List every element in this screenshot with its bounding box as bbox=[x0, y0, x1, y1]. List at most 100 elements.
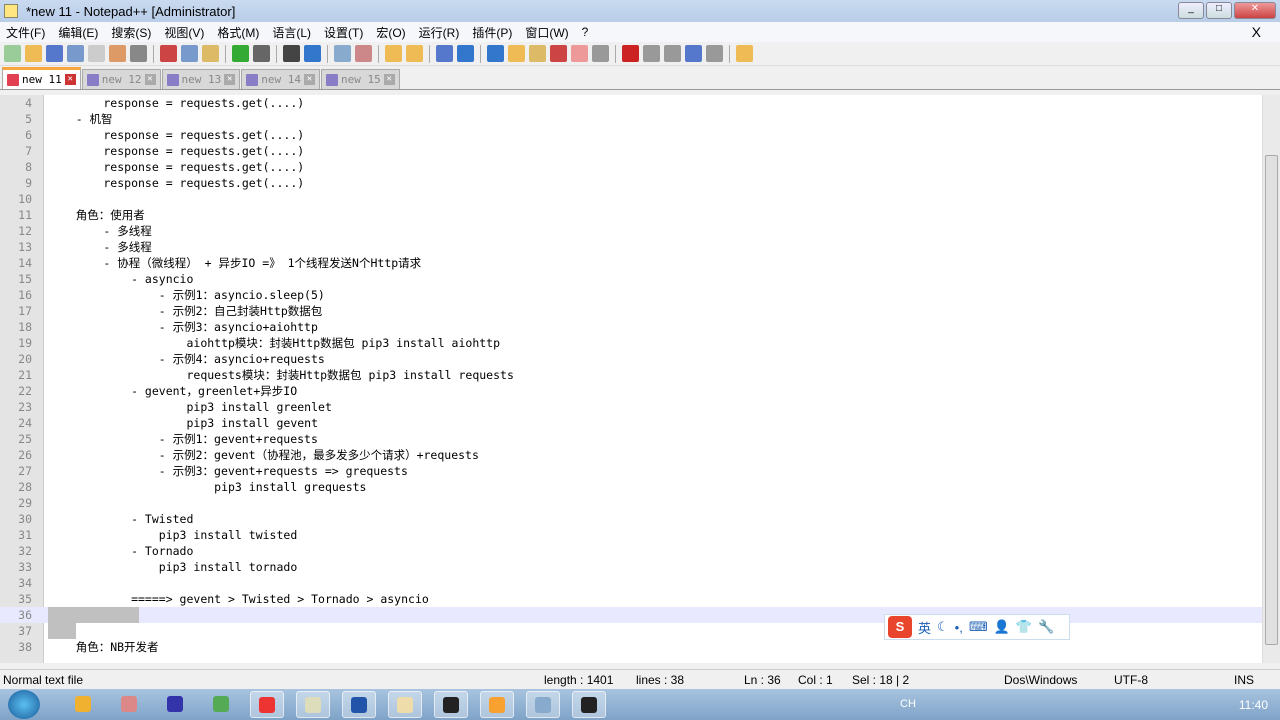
code-line[interactable]: 37 bbox=[0, 623, 1262, 639]
code-line[interactable]: 31 pip3 install twisted bbox=[0, 527, 1262, 543]
vertical-scrollbar[interactable] bbox=[1262, 95, 1280, 663]
toolbar-button-icon[interactable] bbox=[529, 45, 546, 62]
taskbar-app-button[interactable] bbox=[572, 691, 606, 718]
tab-new-13[interactable]: new 13 ✕ bbox=[161, 69, 241, 89]
toolbar-button-icon[interactable] bbox=[67, 45, 84, 62]
code-line[interactable]: 11 角色：使用者 bbox=[0, 207, 1262, 223]
toolbar-button-icon[interactable] bbox=[736, 45, 753, 62]
toolbar-button-icon[interactable] bbox=[622, 45, 639, 62]
close-tab-icon[interactable]: ✕ bbox=[144, 74, 156, 85]
toolbar-button-icon[interactable] bbox=[550, 45, 567, 62]
menu-item[interactable]: 搜索(S) bbox=[111, 24, 151, 41]
taskbar-app-button[interactable] bbox=[388, 691, 422, 718]
menu-item[interactable]: 插件(P) bbox=[472, 24, 512, 41]
close-button[interactable]: ✕ bbox=[1234, 2, 1276, 19]
toolbar-button-icon[interactable] bbox=[508, 45, 525, 62]
toolbar-button-icon[interactable] bbox=[385, 45, 402, 62]
code-line[interactable]: 27 - 示例3：gevent+requests => grequests bbox=[0, 463, 1262, 479]
taskbar-app-button[interactable] bbox=[434, 691, 468, 718]
maximize-button[interactable]: □ bbox=[1206, 2, 1232, 19]
toolbar-button-icon[interactable] bbox=[706, 45, 723, 62]
code-line[interactable]: 20 - 示例4：asyncio+requests bbox=[0, 351, 1262, 367]
menu-item[interactable]: 视图(V) bbox=[164, 24, 204, 41]
code-line[interactable]: 21 requests模块：封装Http数据包 pip3 install req… bbox=[0, 367, 1262, 383]
code-line[interactable]: 7 response = requests.get(....) bbox=[0, 143, 1262, 159]
toolbar-button-icon[interactable] bbox=[664, 45, 681, 62]
tab-new-15[interactable]: new 15 ✕ bbox=[321, 69, 400, 89]
code-line[interactable]: 36 bbox=[0, 607, 1262, 623]
tab-new-12[interactable]: new 12 ✕ bbox=[81, 69, 161, 89]
close-tab-icon[interactable]: ✕ bbox=[304, 74, 315, 85]
code-line[interactable]: 12 - 多线程 bbox=[0, 223, 1262, 239]
code-line[interactable]: 29 bbox=[0, 495, 1262, 511]
toolbar-button-icon[interactable] bbox=[436, 45, 453, 62]
user-icon[interactable]: 👤 bbox=[994, 619, 1010, 635]
menu-item[interactable]: 语言(L) bbox=[272, 24, 311, 41]
taskbar-app-button[interactable] bbox=[112, 691, 146, 718]
code-line[interactable]: 38 角色：NB开发者 bbox=[0, 639, 1262, 655]
toolbar-button-icon[interactable] bbox=[88, 45, 105, 62]
close-tab-icon[interactable]: ✕ bbox=[64, 74, 76, 85]
toolbar-button-icon[interactable] bbox=[25, 45, 42, 62]
close-tab-icon[interactable]: ✕ bbox=[224, 74, 236, 85]
toolbar-button-icon[interactable] bbox=[406, 45, 423, 62]
clock[interactable]: 11:40 bbox=[1239, 698, 1268, 712]
toolbar-button-icon[interactable] bbox=[109, 45, 126, 62]
toolbar-button-icon[interactable] bbox=[304, 45, 321, 62]
code-line[interactable]: 10 bbox=[0, 191, 1262, 207]
menu-item[interactable]: 格式(M) bbox=[217, 24, 259, 41]
editor[interactable]: 4 response = requests.get(....) 5 - 机智 6 r… bbox=[0, 95, 1262, 663]
close-tab-icon[interactable]: ✕ bbox=[383, 74, 395, 85]
menu-item[interactable]: 编辑(E) bbox=[58, 24, 98, 41]
code-line[interactable]: 33 pip3 install tornado bbox=[0, 559, 1262, 575]
toolbar-button-icon[interactable] bbox=[130, 45, 147, 62]
toolbar-button-icon[interactable] bbox=[457, 45, 474, 62]
minimize-button[interactable]: _ bbox=[1178, 2, 1204, 19]
toolbar-button-icon[interactable] bbox=[283, 45, 300, 62]
toolbar-button-icon[interactable] bbox=[685, 45, 702, 62]
toolbar-button-icon[interactable] bbox=[571, 45, 588, 62]
ime-mode[interactable]: 英 bbox=[918, 618, 931, 637]
code-line[interactable]: 25 - 示例1：gevent+requests bbox=[0, 431, 1262, 447]
code-line[interactable]: 24 pip3 install gevent bbox=[0, 415, 1262, 431]
moon-icon[interactable]: ☾ bbox=[937, 619, 949, 635]
taskbar-app-button[interactable] bbox=[480, 691, 514, 718]
code-line[interactable]: 8 response = requests.get(....) bbox=[0, 159, 1262, 175]
menu-item[interactable]: 运行(R) bbox=[419, 24, 460, 41]
code-line[interactable]: 32 - Tornado bbox=[0, 543, 1262, 559]
toolbar-button-icon[interactable] bbox=[46, 45, 63, 62]
taskbar-app-button[interactable] bbox=[158, 691, 192, 718]
menu-item[interactable]: 窗口(W) bbox=[525, 24, 568, 41]
taskbar-app-button[interactable] bbox=[526, 691, 560, 718]
code-line[interactable]: 14 - 协程（微线程） + 异步IO =》 1个线程发送N个Http请求 bbox=[0, 255, 1262, 271]
code-line[interactable]: 9 response = requests.get(....) bbox=[0, 175, 1262, 191]
taskbar-app-button[interactable] bbox=[66, 691, 100, 718]
toolbar-button-icon[interactable] bbox=[487, 45, 504, 62]
wrench-icon[interactable]: 🔧 bbox=[1038, 619, 1054, 635]
menu-item[interactable]: ? bbox=[582, 25, 589, 39]
close-document-button[interactable]: X bbox=[1252, 24, 1261, 40]
taskbar-app-button[interactable] bbox=[204, 691, 238, 718]
taskbar-app-button[interactable] bbox=[250, 691, 284, 718]
shirt-icon[interactable]: 👕 bbox=[1016, 619, 1032, 635]
code-line[interactable]: 6 response = requests.get(....) bbox=[0, 127, 1262, 143]
scrollbar-thumb[interactable] bbox=[1265, 155, 1278, 645]
code-line[interactable]: 19 aiohttp模块：封装Http数据包 pip3 install aioh… bbox=[0, 335, 1262, 351]
toolbar-button-icon[interactable] bbox=[253, 45, 270, 62]
tray-language[interactable]: CH bbox=[900, 698, 916, 710]
ime-toolbar[interactable]: S 英 ☾ •, ⌨ 👤 👕 🔧 bbox=[884, 614, 1070, 640]
code-line[interactable]: 5 - 机智 bbox=[0, 111, 1262, 127]
toolbar-button-icon[interactable] bbox=[232, 45, 249, 62]
keyboard-icon[interactable]: ⌨ bbox=[969, 619, 988, 635]
code-line[interactable]: 23 pip3 install greenlet bbox=[0, 399, 1262, 415]
toolbar-button-icon[interactable] bbox=[181, 45, 198, 62]
toolbar-button-icon[interactable] bbox=[160, 45, 177, 62]
start-button[interactable] bbox=[8, 690, 40, 719]
code-line[interactable]: 15 - asyncio bbox=[0, 271, 1262, 287]
punct-icon[interactable]: •, bbox=[955, 620, 963, 635]
menu-item[interactable]: 文件(F) bbox=[6, 24, 45, 41]
taskbar-app-button[interactable] bbox=[342, 691, 376, 718]
toolbar-button-icon[interactable] bbox=[202, 45, 219, 62]
tab-new-14[interactable]: new 14 ✕ bbox=[241, 69, 320, 89]
code-line[interactable]: 18 - 示例3：asyncio+aiohttp bbox=[0, 319, 1262, 335]
